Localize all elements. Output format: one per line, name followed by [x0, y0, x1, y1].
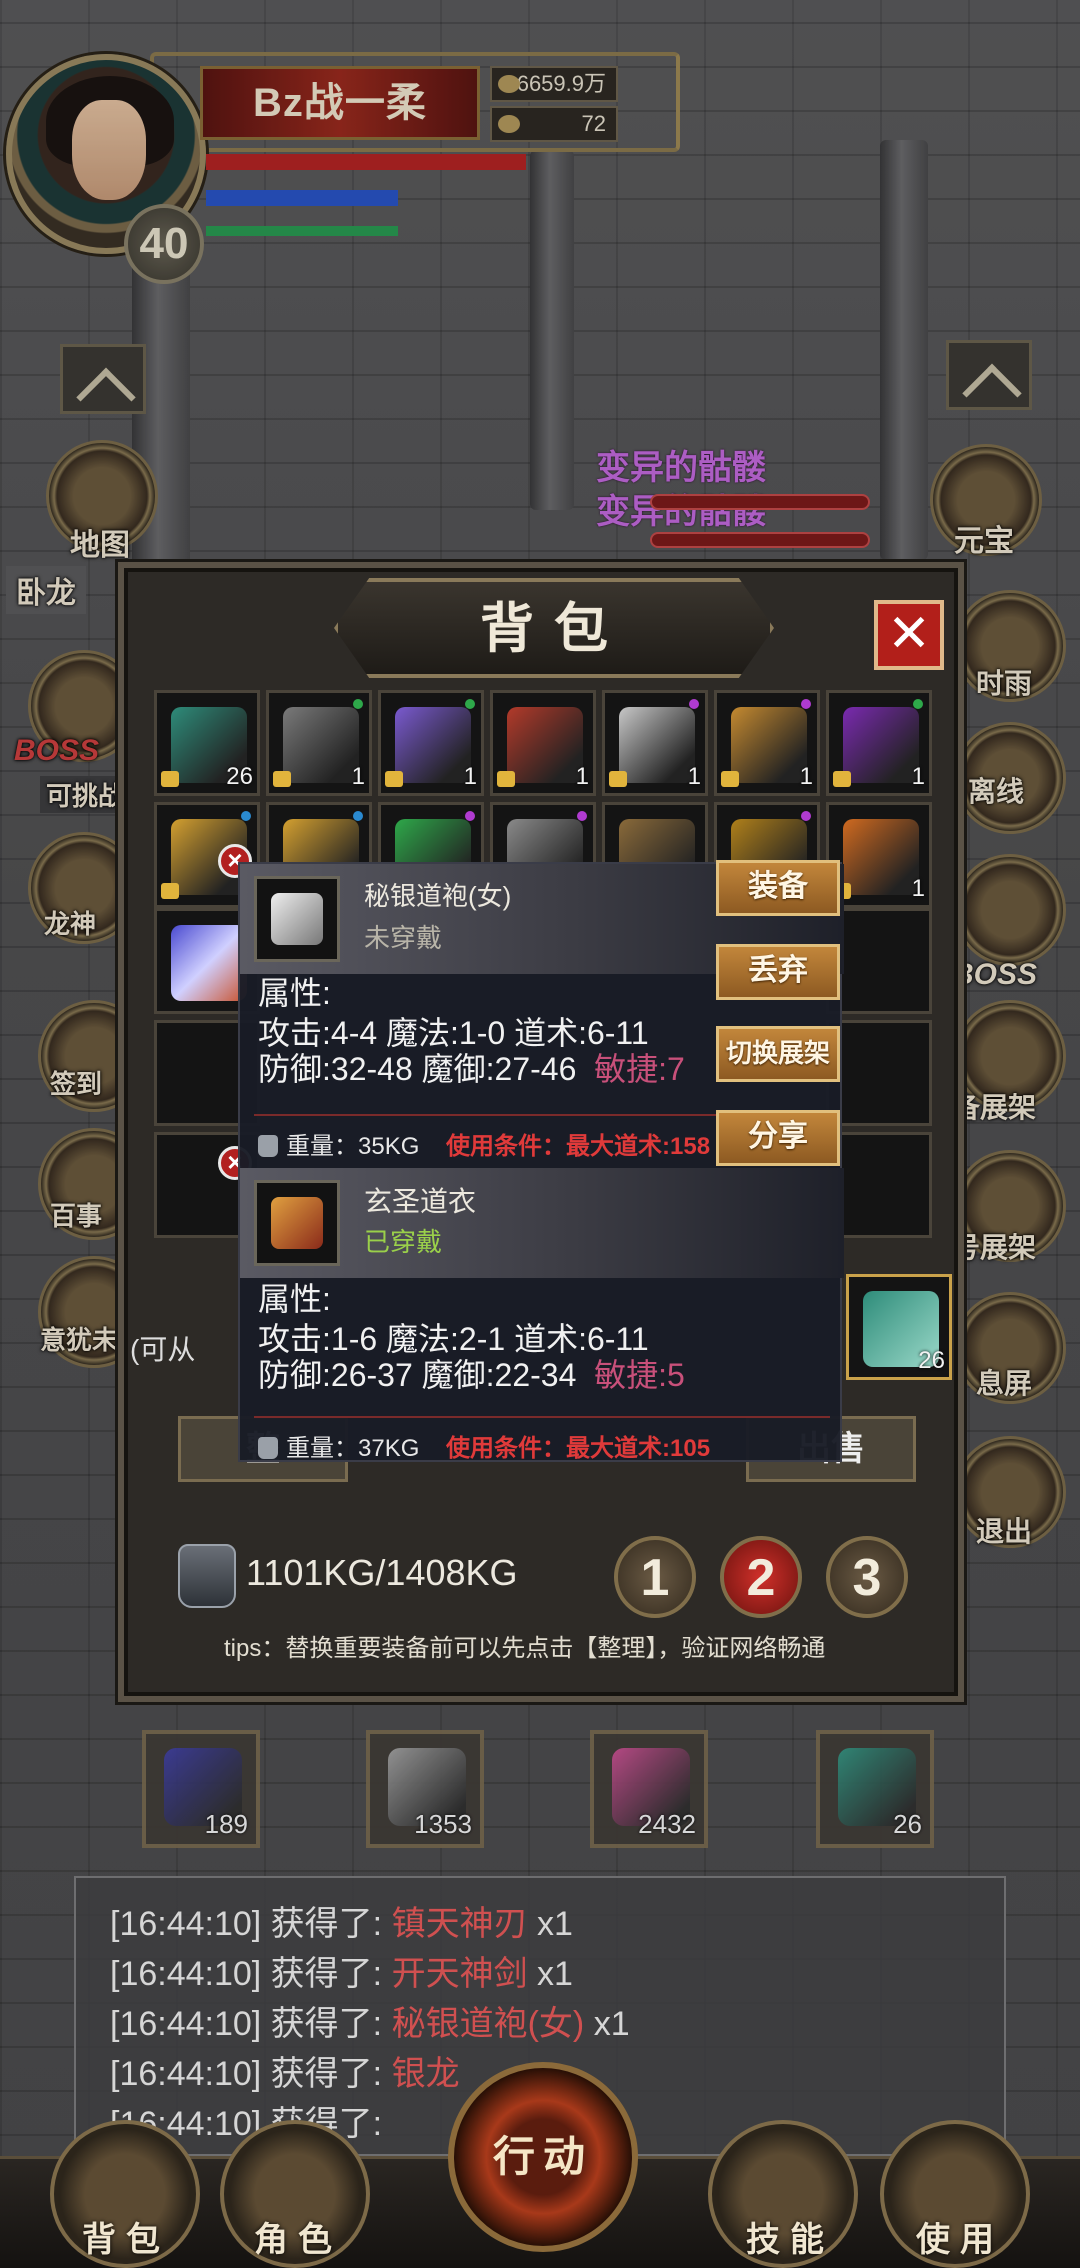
quality-dot — [689, 699, 699, 709]
chat-line: [16:44:10] 获得了: 镇天神刃 x1 — [110, 1905, 573, 1943]
item-count: 2432 — [638, 1809, 696, 1839]
role-nav-label: 角色 — [254, 2221, 342, 2259]
quality-dot — [801, 699, 811, 709]
hint-partial: (可从 — [130, 1334, 196, 1365]
flame-sword-icon — [171, 925, 247, 1001]
item-count: 1 — [911, 875, 925, 902]
lock-icon — [609, 771, 627, 787]
weight-icon — [178, 1544, 236, 1608]
silver-robe-icon — [619, 707, 695, 783]
backpack-title: 背包 — [480, 596, 628, 660]
flame-sword-icon — [395, 707, 471, 783]
lock-icon — [385, 771, 403, 787]
quality-dot — [801, 811, 811, 821]
page-3-button[interactable]: 3 — [826, 1536, 908, 1618]
silver-robe-icon — [254, 876, 340, 962]
quick-item-slot[interactable]: 1353 — [366, 1730, 484, 1848]
item-name: 玄圣道衣 — [364, 1186, 477, 1217]
item-count: 1 — [351, 763, 365, 790]
quality-dot — [353, 699, 363, 709]
item-count: 26 — [893, 1809, 922, 1839]
weight-value: 1101KG/1408KG — [246, 1552, 518, 1593]
lock-icon — [497, 771, 515, 787]
item-count: 1 — [687, 763, 701, 790]
item-count: 189 — [204, 1809, 248, 1839]
bag-nav-label: 背包 — [82, 2221, 170, 2259]
chat-line: [16:44:10] 获得了: 开天神剑 x1 — [110, 1955, 573, 1993]
chat-line: [16:44:10] 获得了: 秘银道袍(女) x1 — [110, 2005, 630, 2043]
equip-button[interactable]: 装备 — [716, 860, 840, 916]
attr-line: 防御:26-37 魔御:22-34 敏捷:5 — [258, 1357, 685, 1393]
chat-line: [16:44:10] 获得了: 银龙 — [110, 2055, 460, 2093]
item-count: 1 — [799, 763, 813, 790]
tips-text: tips：替换重要装备前可以先点击【整理】，验证网络畅通 — [224, 1635, 826, 1662]
attr-line: 防御:32-48 魔御:27-46 敏捷:7 — [258, 1051, 685, 1087]
quality-dot — [353, 811, 363, 821]
discard-button[interactable]: 丢弃 — [716, 944, 840, 1000]
weight-icon — [258, 1437, 278, 1459]
weight-line: 重量：37KG 使用条件：最大道术:105 — [258, 1428, 710, 1463]
weight-icon — [258, 1135, 278, 1157]
quick-item-slot[interactable]: 189 — [142, 1730, 260, 1848]
red-armor-icon — [254, 1180, 340, 1266]
switch-display-button[interactable]: 切换展架 — [716, 1026, 840, 1082]
inventory-slot[interactable]: 26 — [846, 1274, 952, 1380]
inventory-slot[interactable]: 1 — [602, 690, 708, 796]
action-button[interactable]: 行动 — [448, 2062, 638, 2252]
close-icon[interactable]: ✕ — [874, 600, 944, 670]
amber-ring-icon — [843, 819, 919, 895]
inventory-slot[interactable]: 26 — [154, 690, 260, 796]
item-status: 已穿戴 — [364, 1227, 443, 1257]
weight-line: 重量：35KG 使用条件：最大道术:158 — [258, 1126, 710, 1161]
quality-dot — [465, 699, 475, 709]
quality-dot — [913, 699, 923, 709]
lock-icon — [273, 771, 291, 787]
lock-icon — [161, 883, 179, 899]
inventory-slot[interactable]: 1 — [490, 690, 596, 796]
quick-item-slot[interactable]: 2432 — [590, 1730, 708, 1848]
chain-weapon-icon — [283, 707, 359, 783]
purple-helmet-icon — [843, 707, 919, 783]
quality-dot — [465, 811, 475, 821]
inventory-slot[interactable]: 1 — [378, 690, 484, 796]
inventory-slot[interactable]: 1 — [714, 690, 820, 796]
page-1-button[interactable]: 1 — [614, 1536, 696, 1618]
lock-icon — [721, 771, 739, 787]
skill-nav-label: 技能 — [746, 2221, 834, 2259]
use-nav-label: 使用 — [916, 2221, 1004, 2259]
inventory-slot[interactable]: 1 — [266, 690, 372, 796]
lock-icon — [161, 771, 179, 787]
item-count: 1353 — [414, 1809, 472, 1839]
share-button[interactable]: 分享 — [716, 1110, 840, 1166]
item-count: 1 — [911, 763, 925, 790]
item-count: 26 — [226, 763, 253, 790]
item-status: 未穿戴 — [364, 923, 443, 953]
item-count: 1 — [463, 763, 477, 790]
quality-dot — [241, 811, 251, 821]
page-2-button[interactable]: 2 — [720, 1536, 802, 1618]
quick-item-slot[interactable]: 26 — [816, 1730, 934, 1848]
gold-armor-icon — [731, 707, 807, 783]
inventory-slot[interactable]: 1 — [826, 690, 932, 796]
item-count: 1 — [575, 763, 589, 790]
red-armor-icon — [507, 707, 583, 783]
lock-icon — [833, 771, 851, 787]
quality-dot — [577, 811, 587, 821]
item-name: 秘银道袍(女) — [364, 881, 512, 911]
